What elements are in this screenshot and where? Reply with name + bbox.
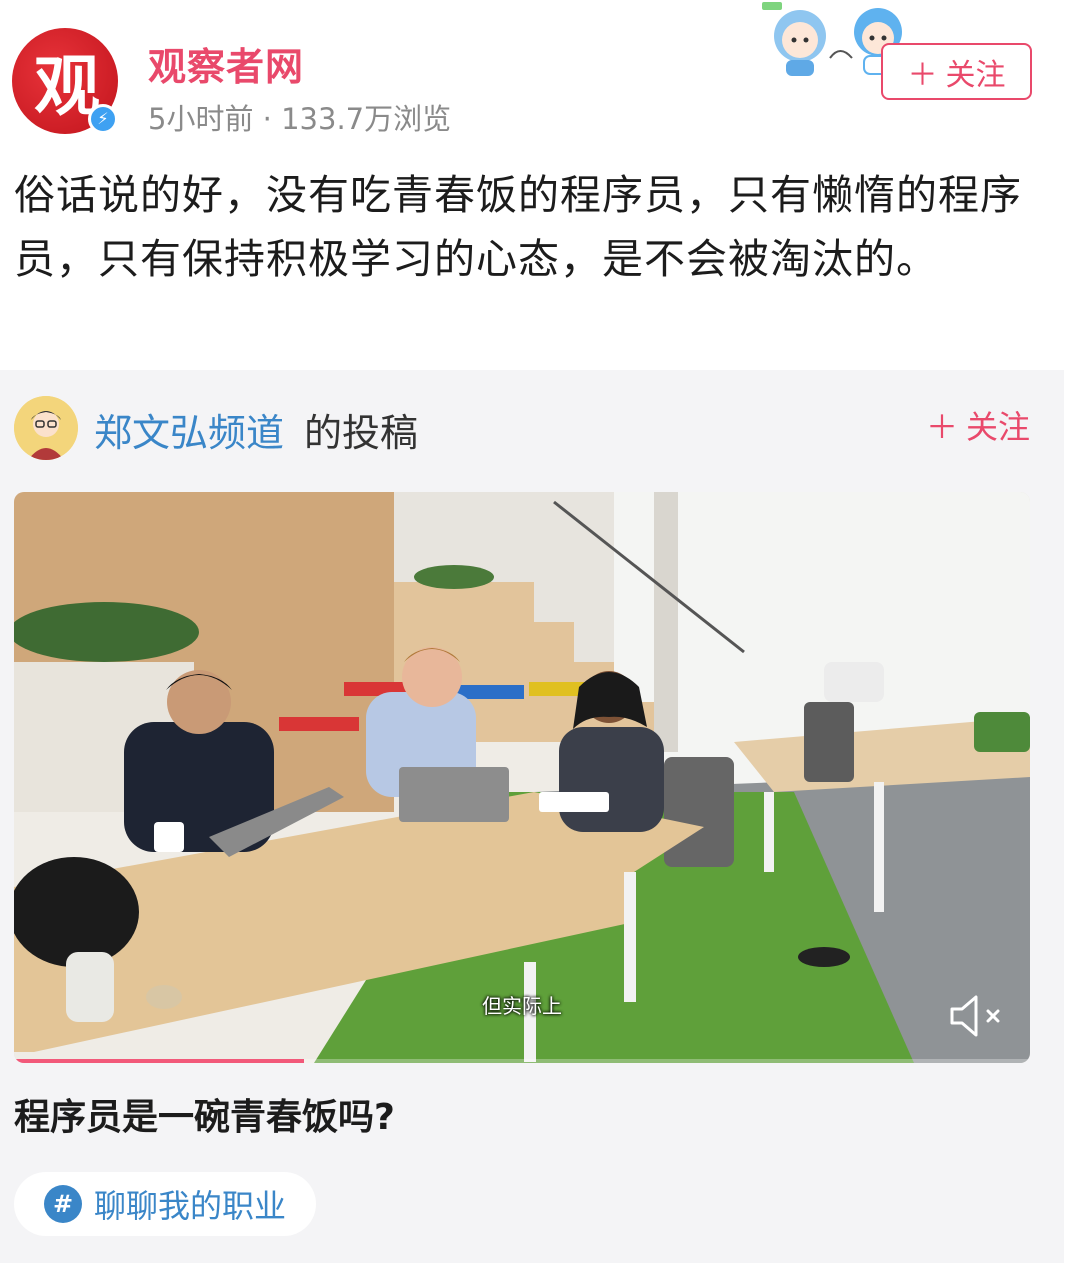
post-meta: 5小时前 · 133.7万浏览 — [148, 102, 452, 136]
author-name[interactable]: 郑文弘频道 — [94, 402, 284, 457]
topic-tag-label: 聊聊我的职业 — [94, 1187, 287, 1225]
repost-author-row: 郑文弘频道 的投稿 ＋ 关注 — [14, 396, 1044, 460]
video-progress-bar — [14, 1059, 304, 1063]
follow-author-label: 关注 — [965, 408, 1030, 446]
video-subtitle: 但实际上 — [482, 994, 562, 1018]
verified-badge-icon: ⚡ — [88, 104, 118, 134]
author-avatar[interactable] — [14, 396, 78, 460]
plus-icon: ＋ — [925, 408, 958, 446]
topic-tag[interactable]: # 聊聊我的职业 — [14, 1172, 317, 1236]
post-header: 观 ⚡ 观察者网 5小时前 · 133.7万浏览 ＋ 关注 — [0, 0, 1080, 140]
hashtag-icon: # — [44, 1185, 82, 1223]
post-body-text: 俗话说的好，没有吃青春饭的程序员，只有懒惰的程序员，只有保持积极学习的心态，是不… — [14, 171, 1022, 283]
follow-button[interactable]: ＋ 关注 — [881, 43, 1032, 100]
video-frame — [14, 492, 1030, 1063]
video-player[interactable]: 但实际上 — [14, 492, 1030, 1063]
video-title[interactable]: 程序员是一碗青春饭吗? — [14, 1088, 395, 1140]
follow-author-button[interactable]: ＋ 关注 — [926, 402, 1030, 448]
reposted-video-card[interactable]: 郑文弘频道 的投稿 ＋ 关注 但实际上 程序员是一碗青春饭吗? # 聊聊我的职业 — [0, 370, 1064, 1263]
follow-button-label: 关注 — [945, 57, 1006, 93]
mute-icon[interactable] — [946, 989, 1006, 1043]
plus-icon: ＋ — [907, 57, 938, 93]
account-name[interactable]: 观察者网 — [148, 36, 304, 91]
author-suffix: 的投稿 — [304, 411, 419, 455]
